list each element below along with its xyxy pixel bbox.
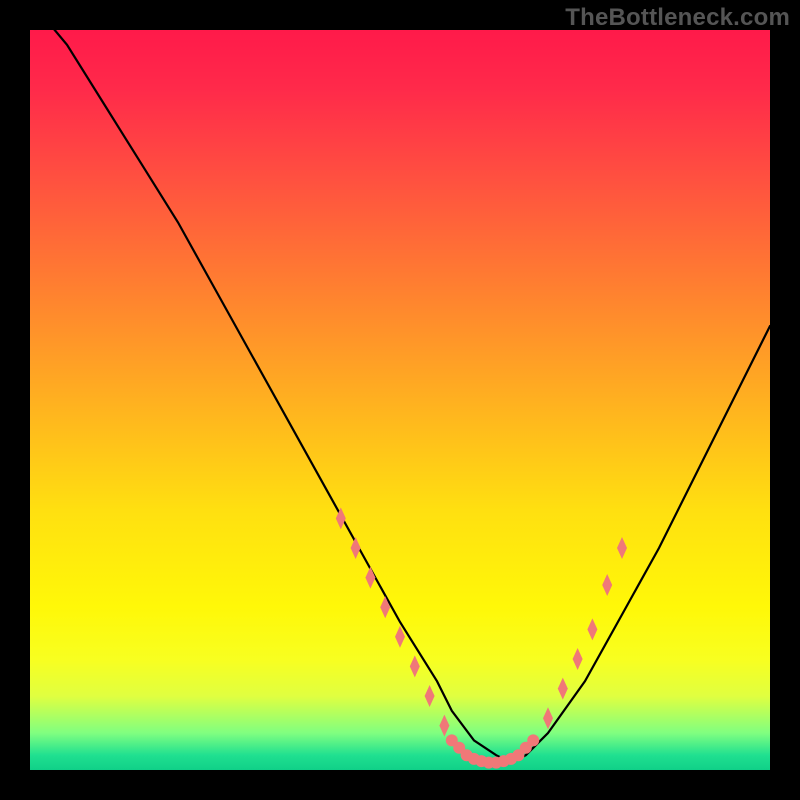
threshold-marker xyxy=(543,707,553,729)
bottleneck-curve xyxy=(30,0,770,762)
threshold-marker-group xyxy=(336,507,627,768)
threshold-marker xyxy=(573,648,583,670)
threshold-marker xyxy=(602,574,612,596)
threshold-marker xyxy=(410,655,420,677)
threshold-marker xyxy=(617,537,627,559)
watermark-label: TheBottleneck.com xyxy=(565,4,790,32)
threshold-marker xyxy=(351,537,361,559)
threshold-marker xyxy=(439,715,449,737)
threshold-marker xyxy=(527,734,539,746)
threshold-marker xyxy=(558,678,568,700)
threshold-marker xyxy=(365,567,375,589)
chart-canvas xyxy=(30,30,770,770)
threshold-marker xyxy=(587,618,597,640)
threshold-marker xyxy=(425,685,435,707)
